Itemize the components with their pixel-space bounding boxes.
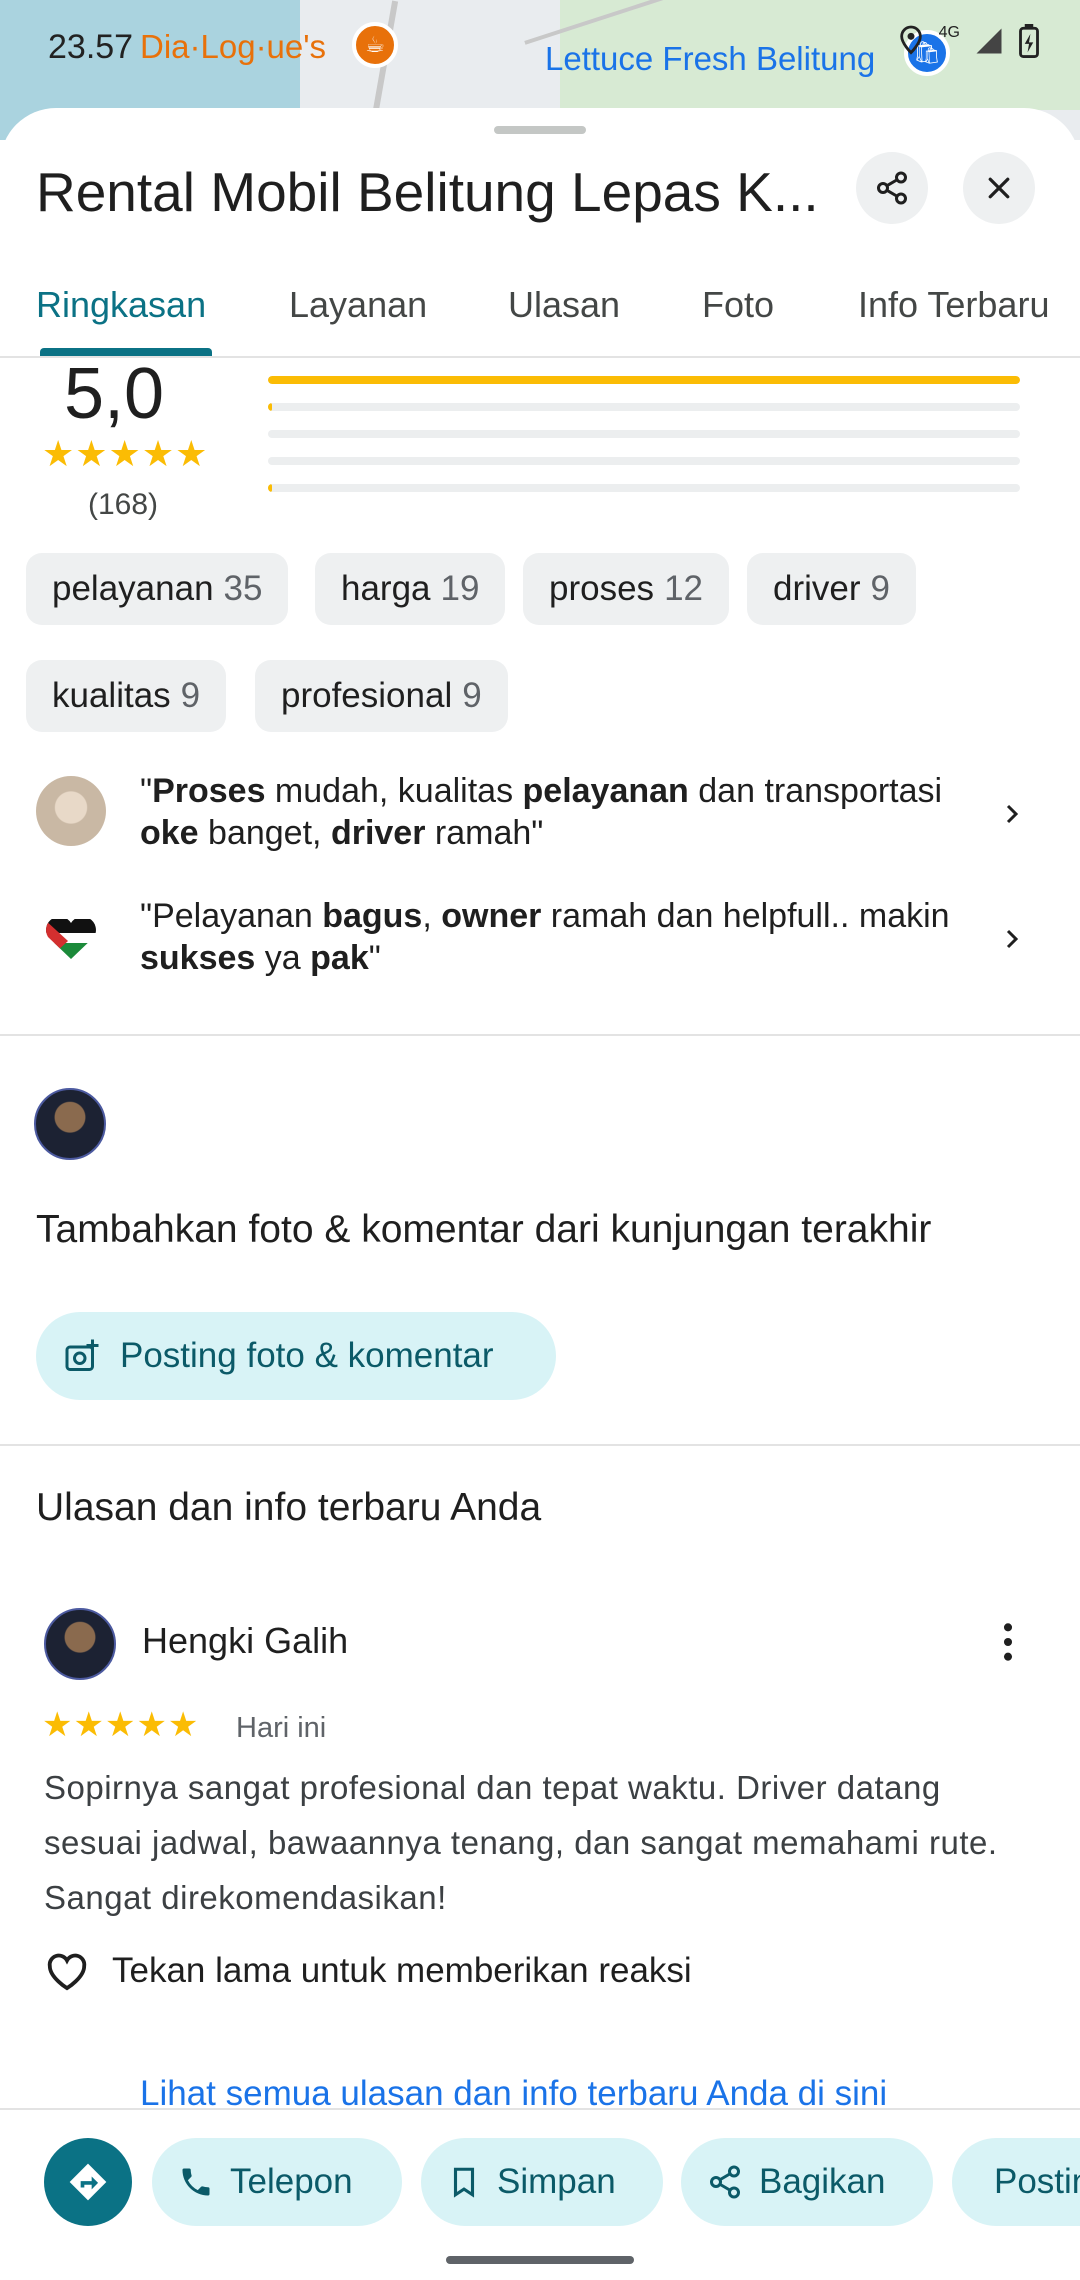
review-snippet-text: "Proses mudah, kualitas pelayanan dan tr… xyxy=(140,772,943,852)
share-button[interactable] xyxy=(856,152,928,224)
chip-count: 9 xyxy=(462,676,482,715)
share-place-button[interactable]: Bagikan xyxy=(681,2138,933,2226)
action-bar: Telepon Simpan Bagikan Posting xyxy=(0,2108,1080,2280)
your-reviews-heading: Ulasan dan info terbaru Anda xyxy=(36,1486,542,1529)
topic-chip-pelayanan[interactable]: pelayanan 35 xyxy=(26,553,289,625)
review-snippet[interactable]: "Pelayanan bagus, owner ramah dan helpfu… xyxy=(0,893,1080,993)
rating-bar-fill xyxy=(268,403,272,411)
topic-chip-profesional[interactable]: profesional 9 xyxy=(255,660,508,732)
reviewer-avatar xyxy=(36,901,106,971)
review-snippet-text: "Pelayanan bagus, owner ramah dan helpfu… xyxy=(140,897,950,977)
rating-bar-fill xyxy=(268,376,1020,384)
chip-count: 35 xyxy=(223,569,263,608)
review-stars: ★★★★★ xyxy=(42,1706,200,1744)
review-snippet[interactable]: "Proses mudah, kualitas pelayanan dan tr… xyxy=(0,768,1080,868)
rating-bar-2 xyxy=(268,457,1020,465)
rating-bar-3 xyxy=(268,430,1020,438)
flag-heart-icon xyxy=(46,919,96,959)
share-icon xyxy=(877,171,907,205)
chip-label: kualitas xyxy=(52,676,171,715)
directions-icon xyxy=(69,2163,107,2201)
cafe-pin-icon[interactable]: ☕ xyxy=(352,22,398,68)
reaction-button[interactable]: Tekan lama untuk memberikan reaksi xyxy=(44,1950,692,1992)
rating-score: 5,0 xyxy=(64,354,165,434)
rating-bar-fill xyxy=(268,484,272,492)
tab-ulasan[interactable]: Ulasan xyxy=(508,284,620,326)
rating-count: (168) xyxy=(88,488,159,521)
location-icon xyxy=(899,25,922,55)
map-place-label[interactable]: Lettuce Fresh Belitung xyxy=(545,40,875,78)
place-title: Rental Mobil Belitung Lepas K... xyxy=(36,161,819,223)
post-label: Posting xyxy=(994,2162,1080,2201)
rating-bar-1 xyxy=(268,484,1020,492)
add-photo-icon xyxy=(65,1339,99,1371)
chip-label: driver xyxy=(773,569,861,608)
review-text: Sopirnya sangat profesional dan tepat wa… xyxy=(44,1769,998,1916)
chip-label: proses xyxy=(549,569,655,608)
topic-chip-driver[interactable]: driver 9 xyxy=(747,553,916,625)
reviewer-name[interactable]: Hengki Galih xyxy=(142,1620,348,1662)
topic-chip-proses[interactable]: proses 12 xyxy=(523,553,729,625)
topic-chip-kualitas[interactable]: kualitas 9 xyxy=(26,660,227,732)
tab-foto[interactable]: Foto xyxy=(702,284,774,326)
status-icons: 4G xyxy=(897,24,1040,58)
share-icon xyxy=(710,2165,740,2199)
post-button[interactable]: Posting xyxy=(952,2138,1080,2226)
gesture-nav-handle xyxy=(446,2256,634,2264)
review-date: Hari ini xyxy=(236,1712,327,1744)
status-time: 23.57 xyxy=(48,28,134,66)
topic-chip-harga[interactable]: harga 19 xyxy=(315,553,506,625)
rating-stars: ★★★★★ xyxy=(42,433,209,474)
user-avatar[interactable] xyxy=(34,1088,106,1160)
battery-icon xyxy=(1019,24,1039,58)
tab-layanan[interactable]: Layanan xyxy=(289,284,427,326)
post-button-label: Posting foto & komentar xyxy=(120,1336,494,1375)
chip-count: 19 xyxy=(440,569,480,608)
share-label: Bagikan xyxy=(759,2162,886,2201)
call-label: Telepon xyxy=(230,2162,353,2201)
sheet-drag-handle[interactable] xyxy=(494,126,586,134)
tab-info-terbaru[interactable]: Info Terbaru xyxy=(858,284,1049,326)
close-button[interactable] xyxy=(963,152,1035,224)
save-label: Simpan xyxy=(497,2162,616,2201)
directions-button[interactable] xyxy=(44,2138,132,2226)
call-button[interactable]: Telepon xyxy=(152,2138,402,2226)
signal-icon xyxy=(976,28,1002,54)
contribute-heading: Tambahkan foto & komentar dari kunjungan… xyxy=(36,1208,932,1251)
phone-icon xyxy=(182,2168,210,2196)
divider xyxy=(0,1444,1080,1446)
reviewer-avatar[interactable] xyxy=(44,1608,116,1680)
place-sheet: Rental Mobil Belitung Lepas K... Ringkas… xyxy=(0,108,1080,2280)
chevron-right-icon xyxy=(1006,804,1019,824)
chip-count: 9 xyxy=(180,676,201,715)
divider xyxy=(0,1034,1080,1036)
more-options-icon[interactable] xyxy=(990,1620,1026,1664)
heart-icon xyxy=(47,1953,87,1991)
chevron-right-icon xyxy=(1006,929,1019,949)
post-photo-comment-button[interactable]: Posting foto & komentar xyxy=(36,1312,556,1400)
reviewer-avatar xyxy=(36,776,106,846)
tab-bar: Ringkasan Layanan Ulasan Foto Info Terba… xyxy=(0,258,1080,358)
close-icon xyxy=(988,177,1010,199)
rating-distribution[interactable] xyxy=(268,376,1020,511)
save-button[interactable]: Simpan xyxy=(421,2138,663,2226)
map-place-label[interactable]: Dia·Log·ue's xyxy=(140,28,326,66)
chip-label: pelayanan xyxy=(52,569,214,608)
chip-label: harga xyxy=(341,569,431,608)
chip-count: 9 xyxy=(870,569,890,608)
reaction-label: Tekan lama untuk memberikan reaksi xyxy=(112,1951,692,1990)
rating-bar-4 xyxy=(268,403,1020,411)
chip-count: 12 xyxy=(664,569,703,608)
chip-label: profesional xyxy=(281,676,453,715)
rating-bar-5 xyxy=(268,376,1020,384)
tab-ringkasan[interactable]: Ringkasan xyxy=(36,284,206,326)
bookmark-icon xyxy=(453,2167,475,2198)
network-type-label: 4G xyxy=(938,24,960,41)
